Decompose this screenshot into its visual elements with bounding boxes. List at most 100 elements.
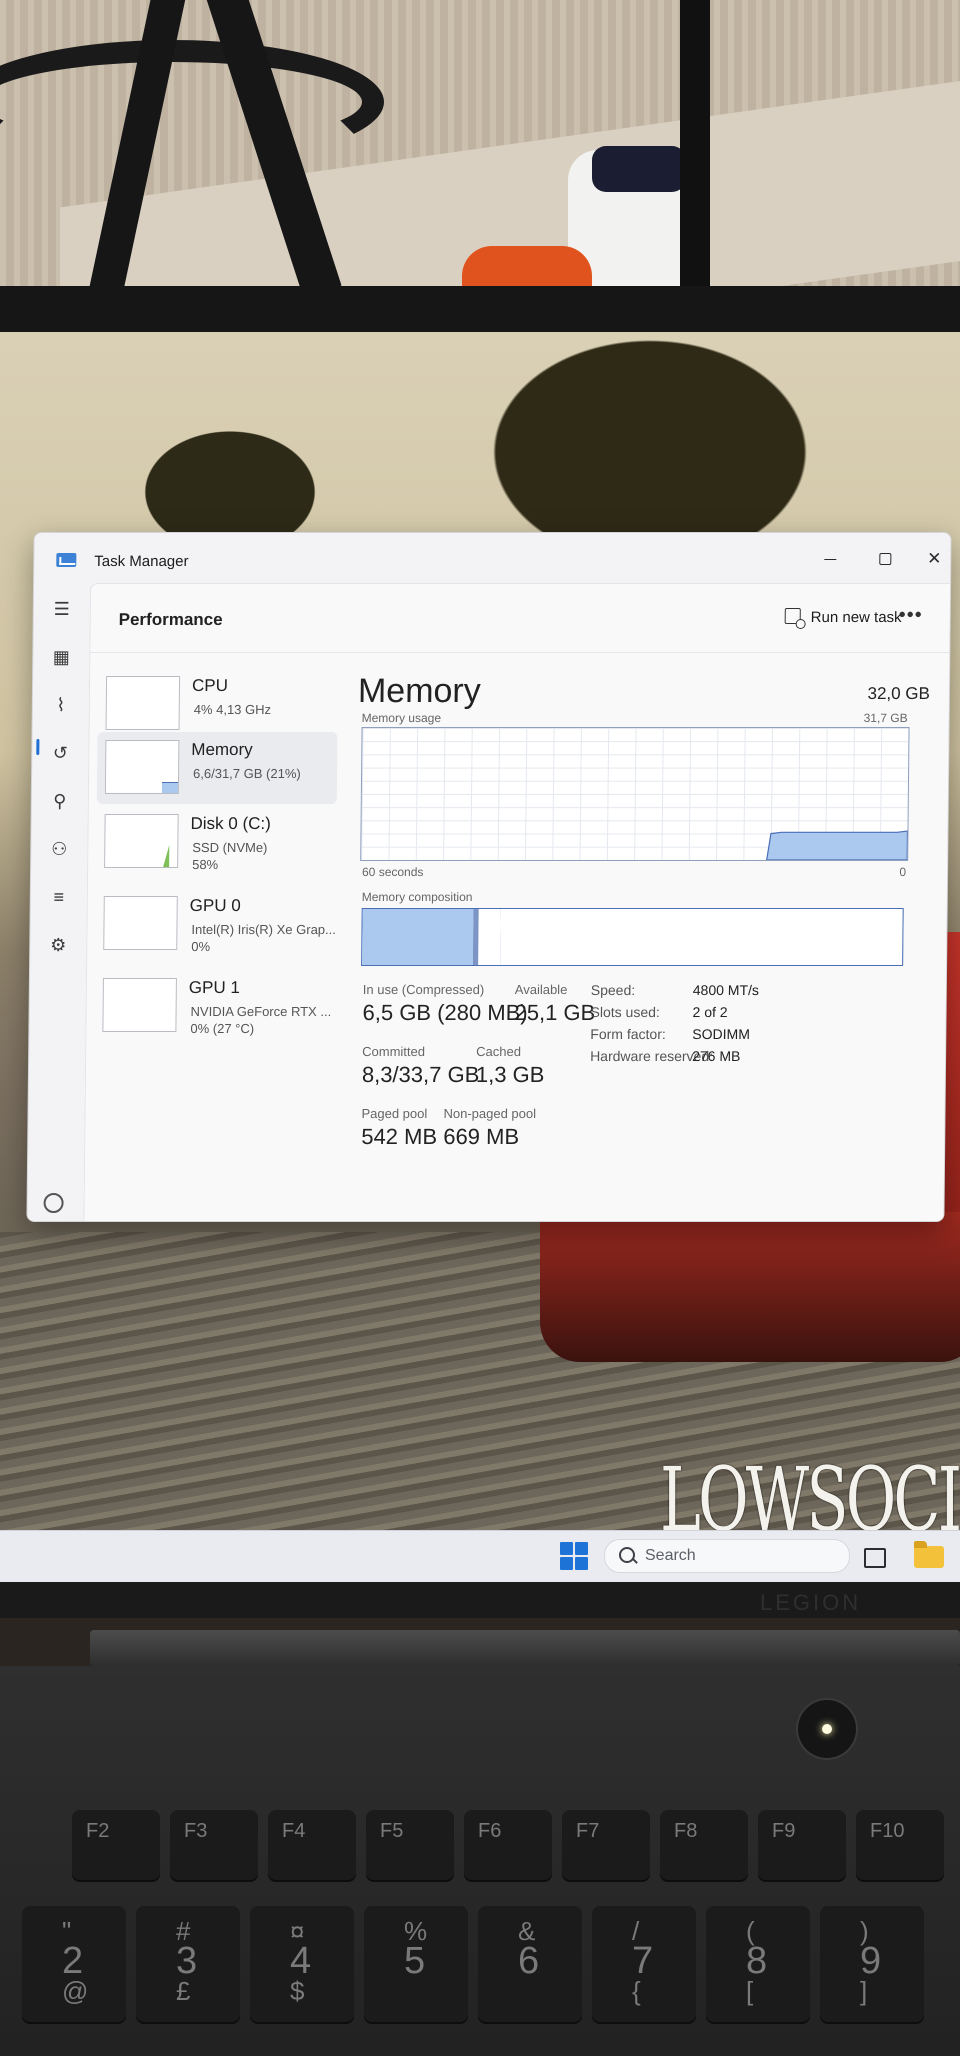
- key-legend-bottom: $: [290, 1976, 305, 2006]
- device-detail: 6,6/31,7 GB (21%): [193, 766, 301, 781]
- available-label: Available: [514, 982, 568, 997]
- search-placeholder: Search: [645, 1547, 696, 1564]
- number-key[interactable]: % 5: [364, 1906, 468, 2024]
- function-key[interactable]: F7: [562, 1810, 650, 1882]
- run-task-icon: [784, 608, 801, 624]
- memory-total: 32,0 GB: [867, 684, 931, 703]
- function-key[interactable]: F5: [366, 1810, 454, 1882]
- key-label: F10: [870, 1820, 905, 1842]
- function-key[interactable]: F4: [268, 1810, 356, 1882]
- device-detail: NVIDIA GeForce RTX ... 0% (27 °C): [190, 1004, 332, 1036]
- number-key[interactable]: #3 £: [136, 1906, 240, 2024]
- number-key[interactable]: ) 9]: [820, 1906, 924, 2024]
- gpu0-thumbnail-graph: [103, 896, 178, 950]
- title-bar: Task Manager ✕: [34, 533, 951, 583]
- spec-form-key: Form factor:: [590, 1026, 666, 1042]
- settings-icon[interactable]: [43, 1193, 64, 1213]
- startup-apps-icon[interactable]: ⚲: [48, 789, 72, 813]
- task-view-icon[interactable]: [860, 1544, 886, 1568]
- device-detail: Intel(R) Iris(R) Xe Grap... 0%: [191, 922, 336, 954]
- key-label: F7: [576, 1820, 600, 1842]
- run-new-task-button[interactable]: Run new task: [775, 604, 912, 632]
- key-legend-bottom: {: [632, 1976, 641, 2006]
- free-segment: [499, 909, 904, 965]
- more-options-button[interactable]: •••: [897, 604, 925, 630]
- hamburger-menu-icon[interactable]: ☰: [50, 597, 74, 621]
- spec-reserved-value: 276 MB: [692, 1048, 741, 1064]
- nonpaged-pool-label: Non-paged pool: [443, 1106, 537, 1121]
- taskbar-search-box[interactable]: Search: [604, 1539, 850, 1573]
- key-legend-main: 6: [518, 1940, 540, 1982]
- paged-pool-label: Paged pool: [361, 1106, 428, 1121]
- device-detail: SSD (NVMe) 58%: [192, 840, 268, 872]
- function-key[interactable]: F8: [660, 1810, 748, 1882]
- in-use-segment: [362, 909, 475, 965]
- function-key[interactable]: F10: [856, 1810, 944, 1882]
- close-button[interactable]: ✕: [914, 545, 951, 573]
- device-name: GPU 1: [188, 978, 240, 997]
- bottle-cap: [592, 146, 686, 192]
- details-icon[interactable]: ≡: [47, 885, 71, 909]
- memory-thumbnail-graph: [104, 740, 180, 794]
- nav-rail: ☰ ▦ ⌇ ↺ ⚲ ⚇ ≡ ⚙: [27, 583, 90, 1221]
- start-button-windows-icon[interactable]: [560, 1542, 588, 1570]
- disk-thumbnail-graph: [104, 814, 179, 868]
- graph-time-right: 0: [899, 865, 907, 879]
- number-key[interactable]: /7{: [592, 1906, 696, 2024]
- key-label: F4: [282, 1820, 306, 1842]
- function-key[interactable]: F2: [72, 1810, 160, 1882]
- device-disk0[interactable]: Disk 0 (C:) SSD (NVMe) 58%: [96, 806, 337, 878]
- users-icon[interactable]: ⚇: [47, 837, 71, 861]
- services-icon[interactable]: ⚙: [46, 933, 70, 957]
- disk-thumbnail-spike: [163, 845, 170, 867]
- processes-icon[interactable]: ▦: [49, 645, 73, 669]
- selected-indicator: [36, 739, 40, 755]
- memory-usage-graph: [360, 727, 910, 861]
- function-key[interactable]: F9: [758, 1810, 846, 1882]
- gpu1-thumbnail-graph: [102, 978, 177, 1032]
- device-gpu1[interactable]: GPU 1 NVIDIA GeForce RTX ... 0% (27 °C): [94, 970, 335, 1042]
- number-key[interactable]: ¤ 4 $: [250, 1906, 354, 2024]
- minimize-button[interactable]: [810, 545, 850, 573]
- search-icon: [619, 1547, 635, 1563]
- key-label: F9: [772, 1820, 796, 1842]
- device-memory[interactable]: Memory 6,6/31,7 GB (21%): [96, 732, 338, 804]
- performance-icon[interactable]: ⌇: [49, 693, 73, 717]
- in-use-label: In use (Compressed): [362, 982, 485, 997]
- memory-usage-max: 31,7 GB: [863, 711, 908, 725]
- run-new-task-label: Run new task: [810, 609, 902, 626]
- memory-thumbnail-fill: [161, 782, 178, 793]
- number-key[interactable]: (8[: [706, 1906, 810, 2024]
- maximize-button[interactable]: [864, 545, 904, 573]
- device-name: Memory: [191, 740, 253, 759]
- committed-label: Committed: [362, 1044, 426, 1059]
- laptop-brand-logo: LEGION: [760, 1590, 862, 1615]
- cached-label: Cached: [476, 1044, 522, 1059]
- device-cpu[interactable]: CPU 4% 4,13 GHz: [97, 668, 338, 740]
- key-label: F5: [380, 1820, 404, 1842]
- key-legend-bottom: @: [62, 1976, 89, 2006]
- app-history-icon[interactable]: ↺: [48, 741, 72, 765]
- number-key[interactable]: " 2 @: [22, 1906, 126, 2024]
- background-room-photo: [0, 0, 960, 300]
- power-button[interactable]: [798, 1700, 856, 1758]
- number-key[interactable]: & 6: [478, 1906, 582, 2024]
- page-title: Performance: [118, 610, 223, 629]
- performance-page: Performance Run new task ••• CPU 4% 4,13…: [83, 583, 952, 1222]
- graph-time-left: 60 seconds: [361, 865, 424, 879]
- device-gpu0[interactable]: GPU 0 Intel(R) Iris(R) Xe Grap... 0%: [95, 888, 336, 960]
- device-detail: 4% 4,13 GHz: [193, 702, 272, 717]
- file-explorer-icon[interactable]: [914, 1541, 944, 1568]
- memory-usage-area: [765, 830, 909, 860]
- spec-slots-key: Slots used:: [590, 1004, 660, 1020]
- key-label: F2: [86, 1820, 110, 1842]
- spec-speed-value: 4800 MT/s: [692, 982, 760, 998]
- spec-slots-value: 2 of 2: [692, 1004, 728, 1020]
- function-key[interactable]: F3: [170, 1810, 258, 1882]
- available-value: 25,1 GB: [514, 1000, 596, 1025]
- key-label: F6: [478, 1820, 502, 1842]
- function-key[interactable]: F6: [464, 1810, 552, 1882]
- wallpaper-car-body: [540, 1212, 960, 1362]
- screen-bottom-bezel: LEGION: [0, 1582, 960, 1618]
- standby-segment: [478, 909, 502, 965]
